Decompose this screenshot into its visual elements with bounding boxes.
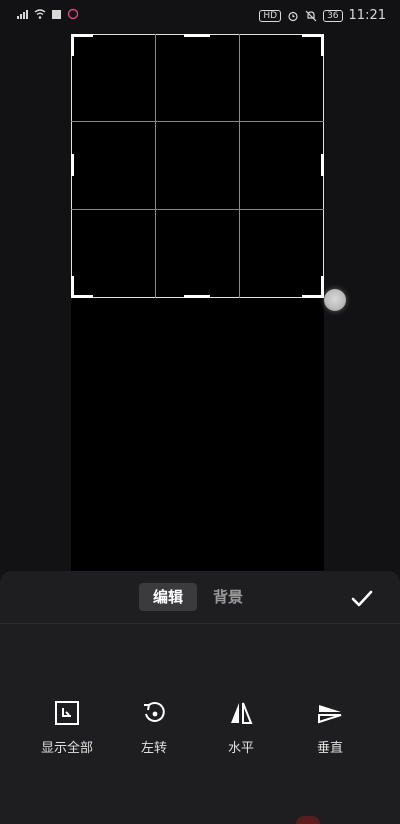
grid-line-v1 — [155, 34, 156, 298]
edge-handle-bottom[interactable] — [184, 295, 210, 298]
tab-background[interactable]: 背景 — [206, 583, 250, 611]
signal-icon — [17, 10, 28, 19]
corner-handle-top-left[interactable] — [71, 34, 93, 37]
corner-handle-bottom-left[interactable] — [71, 295, 93, 298]
tool-rotate-left-label: 左转 — [140, 741, 167, 756]
tool-fit-all-label: 显示全部 — [40, 741, 93, 756]
crop-frame[interactable] — [71, 34, 324, 298]
tool-flip-horizontal-label: 水平 — [227, 741, 254, 756]
square-icon — [52, 9, 61, 19]
panel-divider — [0, 623, 400, 624]
fit-all-icon — [55, 701, 79, 725]
tool-flip-horizontal[interactable]: 水平 — [201, 699, 281, 756]
alarm-icon — [288, 11, 298, 21]
tool-flip-vertical[interactable]: 垂直 — [290, 699, 370, 756]
edit-panel: 编辑 背景 显示全部 左转 水平 垂直 — [0, 571, 400, 824]
status-left — [16, 8, 79, 20]
tab-edit[interactable]: 编辑 — [139, 583, 197, 611]
grid-line-v2 — [239, 34, 240, 298]
flip-horizontal-icon — [231, 702, 253, 724]
corner-handle-bottom-left-v[interactable] — [71, 276, 74, 298]
hd-badge: HD — [259, 9, 282, 22]
tool-fit-all[interactable]: 显示全部 — [27, 699, 107, 756]
app-icon — [67, 8, 79, 20]
edge-handle-left[interactable] — [71, 154, 74, 176]
corner-handle-bottom-right-v[interactable] — [321, 276, 324, 298]
mute-icon — [305, 10, 317, 21]
battery-indicator: 36 — [323, 9, 343, 22]
tool-row: 显示全部 左转 水平 垂直 — [0, 699, 400, 769]
checkmark-icon[interactable] — [348, 585, 376, 613]
tab-bar: 编辑 背景 — [0, 581, 400, 613]
rotate-knob[interactable] — [324, 289, 346, 311]
status-bar: HD 36 11:21 — [0, 0, 400, 34]
edge-handle-right[interactable] — [321, 154, 324, 176]
status-time: 11:21 — [348, 8, 386, 23]
rotate-left-icon — [144, 701, 165, 722]
wifi-icon — [34, 9, 46, 19]
flip-vertical-icon — [318, 705, 342, 724]
grid-line-h1 — [71, 121, 324, 122]
grid-line-h2 — [71, 209, 324, 210]
corner-handle-top-right-v[interactable] — [321, 34, 324, 56]
tool-rotate-left[interactable]: 左转 — [114, 699, 194, 756]
tool-flip-vertical-label: 垂直 — [316, 741, 343, 756]
edge-handle-top[interactable] — [184, 34, 210, 37]
corner-handle-top-left-v[interactable] — [71, 34, 74, 56]
floating-indicator — [296, 816, 320, 824]
status-right: HD 36 11:21 — [259, 8, 386, 23]
